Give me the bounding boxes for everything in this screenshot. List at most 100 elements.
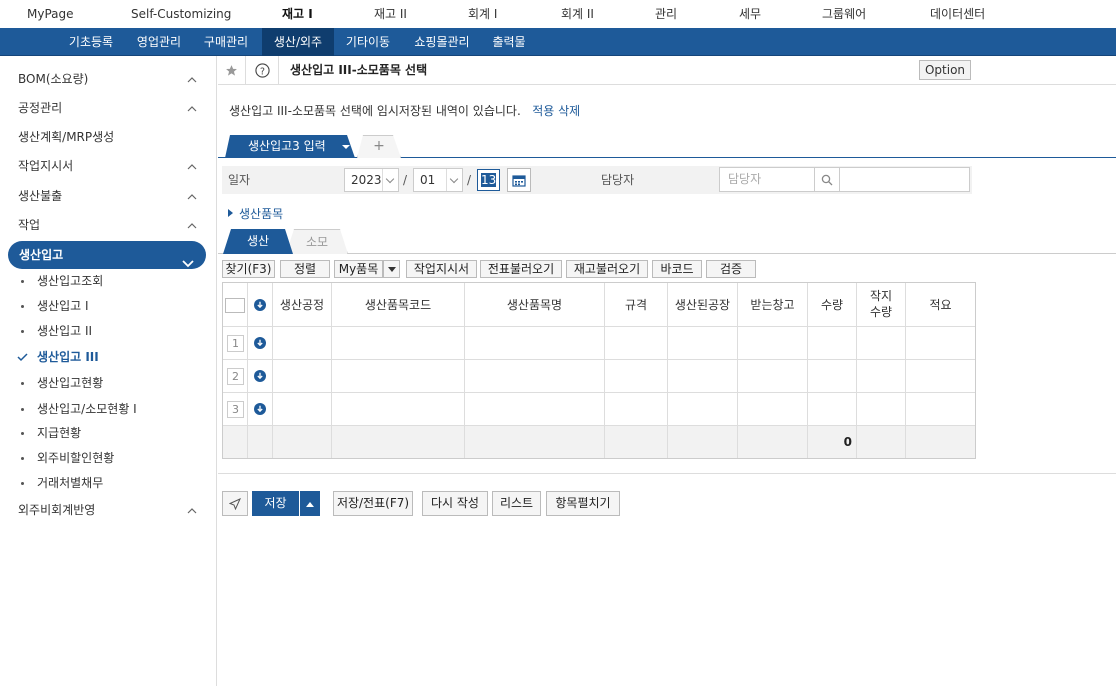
sub-nav-sales[interactable]: 영업관리 [126,28,192,56]
load-voucher-button[interactable]: 전표불러오기 [480,260,562,278]
sub-nav-production[interactable]: 생산/외주 [262,28,334,56]
send-icon[interactable] [222,491,248,516]
find-button[interactable]: 찾기(F3) [222,260,275,278]
my-items-dropdown[interactable] [383,260,400,278]
col-header-quantity[interactable]: 수량 [808,283,857,327]
sub-nav-print[interactable]: 출력물 [482,28,536,56]
sidebar-item-mrp[interactable]: 생산계획/MRP생성 [0,123,216,152]
sub-nav-shopping-mall[interactable]: 쇼핑몰관리 [403,28,481,56]
save-dropdown[interactable] [300,491,320,516]
grid-cell[interactable] [738,360,808,393]
staff-name-field[interactable] [839,167,970,192]
col-header-spec[interactable]: 규격 [605,283,668,327]
grid-cell[interactable] [738,393,808,426]
grid-cell[interactable] [906,327,975,360]
save-voucher-button[interactable]: 저장/전표(F7) [333,491,413,516]
tab-production-receipt-3[interactable]: 생산입고3 입력 [225,135,355,158]
tab-production[interactable]: 생산 [223,229,293,254]
download-circle-icon[interactable] [254,299,266,311]
grid-cell[interactable] [906,393,975,426]
help-icon[interactable]: ? [246,56,279,84]
grid-cell[interactable] [808,393,857,426]
year-select[interactable]: 2023 [344,168,399,192]
option-button[interactable]: Option [919,60,971,80]
verify-button[interactable]: 검증 [706,260,756,278]
sub-nav-purchasing[interactable]: 구매관리 [193,28,259,56]
col-header-factory[interactable]: 생산된공장 [668,283,738,327]
add-tab-button[interactable]: + [357,135,401,158]
top-nav-mypage[interactable]: MyPage [27,0,74,28]
download-circle-icon[interactable] [254,337,266,349]
grid-cell[interactable] [605,393,668,426]
grid-cell[interactable] [906,360,975,393]
delete-link[interactable]: 삭제 [558,104,580,118]
search-icon[interactable] [815,167,840,192]
sidebar-item-production-receipt[interactable]: 생산입고 [8,241,206,269]
grid-cell[interactable] [605,360,668,393]
sidebar-subitem-receipt-3[interactable]: 생산입고 III [0,345,216,370]
work-order-button[interactable]: 작업지시서 [406,260,477,278]
grid-cell[interactable] [605,327,668,360]
sidebar-subitem-outsourcing-discount[interactable]: 외주비할인현황 [0,446,216,471]
sidebar-item-work[interactable]: 작업 [0,211,216,240]
grid-cell[interactable] [738,327,808,360]
top-nav-data-center[interactable]: 데이터센터 [930,0,985,28]
reset-button[interactable]: 다시 작성 [422,491,488,516]
col-header-item-name[interactable]: 생산품목명 [465,283,605,327]
list-button[interactable]: 리스트 [492,491,541,516]
grid-cell[interactable] [668,327,738,360]
tab-consumption[interactable]: 소모 [286,229,348,254]
star-icon[interactable] [218,56,246,84]
sort-button[interactable]: 정렬 [280,260,330,278]
grid-cell[interactable] [465,327,605,360]
grid-cell[interactable] [332,327,465,360]
top-nav-management[interactable]: 관리 [655,0,677,28]
calendar-icon[interactable] [507,168,531,192]
top-nav-groupware[interactable]: 그룹웨어 [822,0,866,28]
sidebar-subitem-receipt-1[interactable]: 생산입고 I [0,294,216,319]
expand-items-button[interactable]: 항목펼치기 [546,491,620,516]
apply-link[interactable]: 적용 [532,104,554,118]
grid-cell[interactable] [332,393,465,426]
grid-cell[interactable] [465,360,605,393]
grid-cell[interactable] [273,393,332,426]
grid-cell[interactable] [857,393,906,426]
top-nav-inventory-1[interactable]: 재고 I [282,0,313,28]
section-production-items[interactable]: 생산품목 [228,205,283,222]
sidebar-subitem-payables-by-vendor[interactable]: 거래처별채무 [0,471,216,496]
sidebar-subitem-supply-status[interactable]: 지급현황 [0,421,216,446]
grid-cell[interactable] [332,360,465,393]
barcode-button[interactable]: 바코드 [652,260,702,278]
top-nav-accounting-1[interactable]: 회계 I [468,0,497,28]
load-inventory-button[interactable]: 재고불러오기 [566,260,648,278]
staff-input[interactable]: 담당자 [719,167,815,192]
grid-cell[interactable] [668,393,738,426]
sidebar-subitem-receipt-2[interactable]: 생산입고 II [0,319,216,344]
grid-cell[interactable] [857,360,906,393]
top-nav-inventory-2[interactable]: 재고 II [374,0,407,28]
grid-cell[interactable] [273,327,332,360]
grid-cell[interactable] [668,360,738,393]
download-circle-icon[interactable] [254,370,266,382]
sidebar-item-bom[interactable]: BOM(소요량) [0,65,216,94]
sub-nav-basic-registration[interactable]: 기초등록 [58,28,124,56]
sidebar-item-process[interactable]: 공정관리 [0,94,216,123]
grid-cell[interactable] [465,393,605,426]
day-input[interactable]: 13 [477,169,500,191]
sidebar-subitem-receipt-consumption[interactable]: 생산입고/소모현황 I [0,397,216,422]
download-circle-icon[interactable] [254,403,266,415]
sidebar-item-outsourcing-accounting[interactable]: 외주비회계반영 [0,496,216,525]
col-header-item-code[interactable]: 생산품목코드 [332,283,465,327]
top-nav-tax[interactable]: 세무 [739,0,761,28]
col-header-process[interactable]: 생산공정 [273,283,332,327]
select-all-checkbox[interactable] [225,298,245,313]
save-button[interactable]: 저장(F8) [252,491,299,533]
sub-nav-other-movement[interactable]: 기타이동 [336,28,400,56]
col-header-remarks[interactable]: 적요 [906,283,975,327]
caret-down-icon[interactable] [342,145,350,149]
sidebar-subitem-receipt-inquiry[interactable]: 생산입고조회 [0,269,216,294]
grid-cell[interactable] [808,327,857,360]
sidebar-subitem-receipt-status[interactable]: 생산입고현황 [0,371,216,396]
grid-cell[interactable] [808,360,857,393]
sidebar-item-work-order[interactable]: 작업지시서 [0,152,216,181]
